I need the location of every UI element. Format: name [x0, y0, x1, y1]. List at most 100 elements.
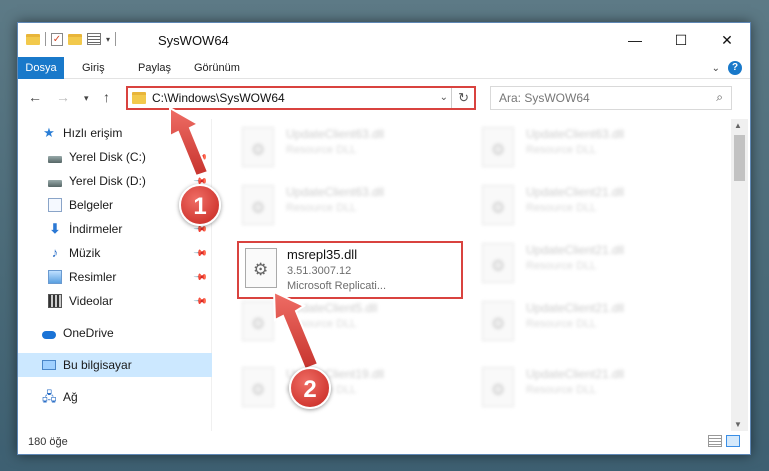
ribbon-tabs: Dosya Giriş Paylaş Görünüm ⌄ ? [18, 57, 750, 79]
download-icon: ⬇ [49, 221, 61, 236]
list-item[interactable]: UpdateClient21.dll Resource DLL [476, 239, 696, 291]
tab-view[interactable]: Görünüm [194, 57, 240, 79]
item-count: 180 öğe [28, 436, 68, 448]
sidebar-item-local-disk-c[interactable]: Yerel Disk (C:) 📌 [18, 145, 212, 169]
sidebar-item-label: Bu bilgisayar [63, 358, 132, 372]
dll-file-icon [482, 127, 514, 167]
toolbar-divider [45, 32, 46, 46]
pin-icon[interactable]: 📌 [193, 245, 208, 261]
sidebar-item-videos[interactable]: Videolar 📌 [18, 289, 212, 313]
file-name: UpdateClient5.dll [286, 301, 378, 315]
sidebar-item-label: Müzik [69, 246, 101, 260]
navigation-pane: ★ Hızlı erişim Yerel Disk (C:) 📌 Yerel D… [18, 119, 212, 431]
toolbar-divider [115, 32, 117, 46]
dll-file-icon [242, 301, 274, 341]
address-dropdown-chevron-icon[interactable]: ⌄ [440, 92, 448, 103]
sidebar-item-downloads[interactable]: ⬇ İndirmeler 📌 [18, 217, 212, 241]
file-name: msrepl35.dll [287, 247, 358, 262]
sidebar-item-label: Hızlı erişim [63, 126, 123, 140]
address-path[interactable]: C:\Windows\SysWOW64 [152, 91, 285, 105]
minimize-button[interactable]: — [612, 23, 658, 57]
star-icon: ★ [43, 125, 55, 140]
window-title: SysWOW64 [158, 33, 229, 48]
list-item[interactable]: UpdateClient21.dll Resource DLL [476, 363, 696, 415]
sidebar-item-music[interactable]: ♪ Müzik 📌 [18, 241, 212, 265]
sidebar-item-label: Belgeler [69, 198, 114, 212]
sidebar-item-onedrive[interactable]: OneDrive [18, 321, 212, 345]
dll-file-icon [242, 367, 274, 407]
forward-arrow-icon[interactable]: → [56, 89, 70, 105]
list-item[interactable]: UpdateClient63.dll Resource DLL [236, 181, 456, 233]
list-item[interactable]: UpdateClient21.dll Resource DLL [476, 181, 696, 233]
title-bar: ✓ ▾ SysWOW64 — ☐ ✕ [18, 23, 750, 57]
file-type: Resource DLL [526, 318, 597, 330]
scroll-up-icon[interactable]: ▲ [734, 121, 742, 130]
file-type: Resource DLL [526, 144, 597, 156]
tab-home[interactable]: Giriş [82, 57, 105, 79]
sidebar-item-label: Yerel Disk (D:) [69, 174, 146, 188]
list-item[interactable]: UpdateClient5.dll Resource DLL [236, 297, 456, 349]
tab-share[interactable]: Paylaş [138, 57, 171, 79]
address-bar[interactable]: C:\Windows\SysWOW64 ⌄ ↻ [126, 86, 476, 110]
tab-file[interactable]: Dosya [18, 57, 64, 79]
ribbon-controls: ⌄ ? [712, 61, 742, 75]
dll-file-icon [482, 301, 514, 341]
sidebar-item-pictures[interactable]: Resimler 📌 [18, 265, 212, 289]
sidebar-item-label: İndirmeler [69, 222, 123, 236]
scrollbar-thumb[interactable] [734, 135, 745, 181]
folder-icon [26, 33, 40, 45]
details-view-icon[interactable] [708, 435, 722, 447]
dll-file-icon [482, 185, 514, 225]
file-name: UpdateClient63.dll [286, 185, 385, 199]
list-item[interactable]: UpdateClient21.dll Resource DLL [476, 297, 696, 349]
list-properties-icon[interactable] [87, 33, 101, 45]
search-placeholder: Ara: SysWOW64 [499, 91, 590, 105]
help-icon[interactable]: ? [728, 61, 742, 75]
pictures-icon [48, 270, 62, 284]
documents-icon [48, 198, 62, 212]
dll-file-icon [482, 367, 514, 407]
pin-icon[interactable]: 📌 [193, 269, 208, 285]
maximize-button[interactable]: ☐ [658, 23, 704, 57]
file-type: Resource DLL [286, 318, 357, 330]
sidebar-item-local-disk-d[interactable]: Yerel Disk (D:) 📌 [18, 169, 212, 193]
videos-icon [48, 294, 62, 308]
refresh-icon[interactable]: ↻ [458, 90, 469, 106]
sidebar-item-label: Yerel Disk (C:) [69, 150, 146, 164]
step-1-badge: 1 [179, 184, 221, 226]
list-item[interactable]: UpdateClient63.dll Resource DLL [476, 123, 696, 175]
back-arrow-icon[interactable]: ← [28, 89, 42, 105]
properties-check-icon[interactable]: ✓ [51, 32, 63, 46]
scroll-down-icon[interactable]: ▼ [734, 420, 742, 429]
network-icon: 🖧 [42, 389, 57, 404]
pin-icon[interactable]: 📌 [193, 149, 208, 165]
vertical-scrollbar[interactable]: ▲ ▼ [731, 119, 748, 431]
close-button[interactable]: ✕ [704, 23, 750, 57]
search-icon[interactable]: ⌕ [716, 90, 723, 105]
pin-icon[interactable]: 📌 [193, 293, 208, 309]
search-input[interactable]: Ara: SysWOW64 ⌕ [490, 86, 732, 110]
list-item[interactable]: UpdateClient63.dll Resource DLL [236, 123, 456, 175]
file-name: UpdateClient21.dll [526, 301, 625, 315]
expand-ribbon-chevron-icon[interactable]: ⌄ [712, 63, 720, 74]
customize-toolbar-chevron-icon[interactable]: ▾ [106, 35, 110, 44]
file-type: Resource DLL [286, 202, 357, 214]
file-type: Resource DLL [526, 384, 597, 396]
up-arrow-icon[interactable]: ↑ [103, 89, 110, 105]
list-item[interactable]: UpdateClient19.dllResource DLL [236, 363, 456, 415]
highlighted-dll-file[interactable]: msrepl35.dll 3.51.3007.12 Microsoft Repl… [237, 241, 463, 299]
file-type: Resource DLL [526, 260, 597, 272]
sidebar-item-quick-access[interactable]: ★ Hızlı erişim [18, 121, 212, 145]
drive-icon [48, 155, 62, 163]
explorer-window: ✓ ▾ SysWOW64 — ☐ ✕ Dosya Giriş Paylaş Gö… [17, 22, 751, 455]
new-folder-icon[interactable] [68, 33, 82, 45]
tiles-view-icon[interactable] [726, 435, 740, 447]
sidebar-item-network[interactable]: 🖧 Ağ [18, 385, 212, 409]
recent-locations-chevron-icon[interactable]: ▾ [84, 93, 89, 104]
sidebar-item-this-pc[interactable]: Bu bilgisayar [18, 353, 212, 377]
sidebar-item-label: Videolar [69, 294, 113, 308]
status-bar: 180 öğe [18, 430, 750, 454]
file-name: UpdateClient21.dll [526, 243, 625, 257]
step-2-badge: 2 [289, 367, 331, 409]
file-description: Microsoft Replicati... [287, 280, 387, 292]
